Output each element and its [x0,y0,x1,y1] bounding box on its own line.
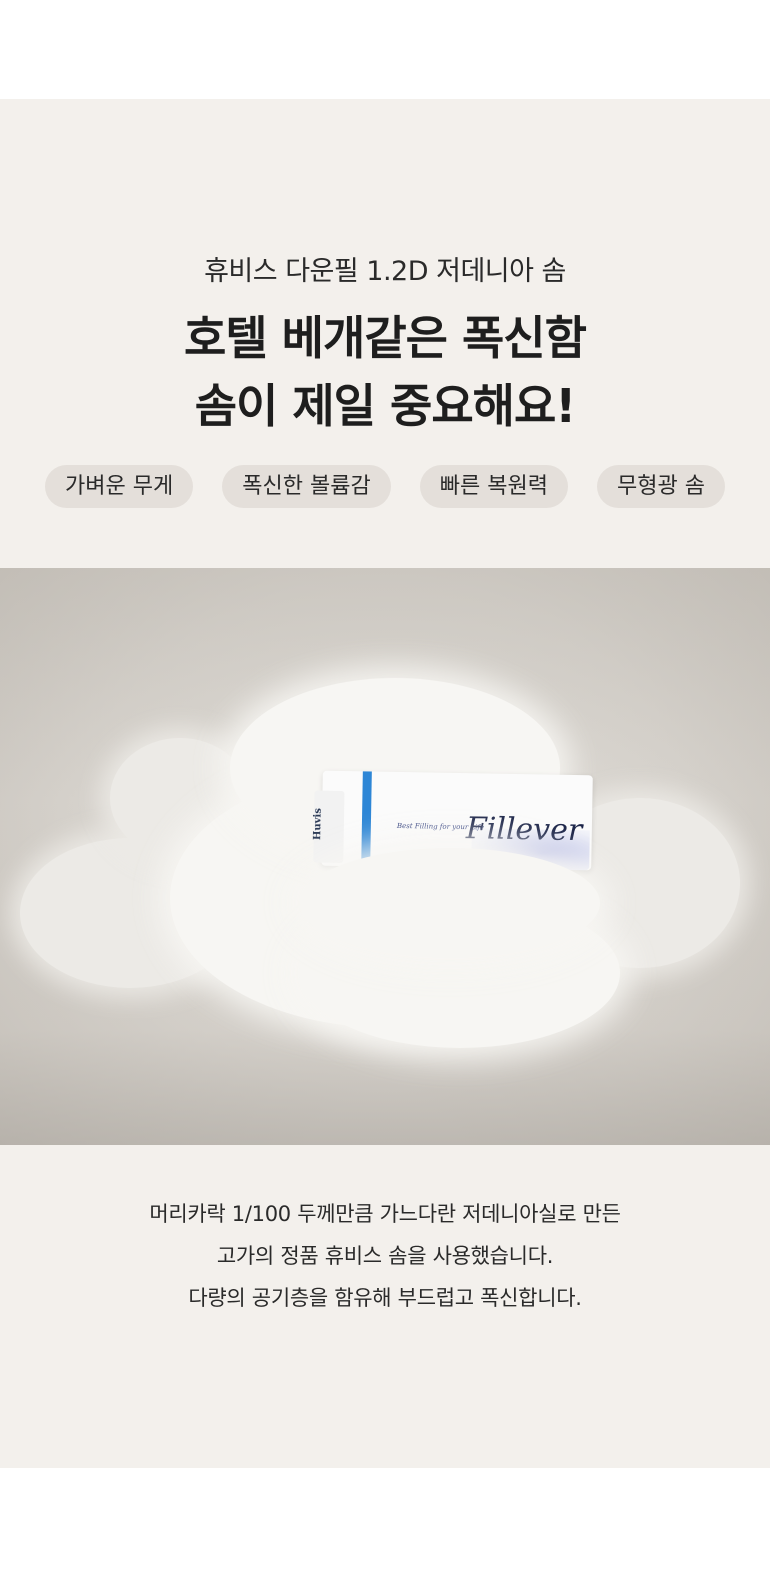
card-brand-text: Huvis [312,807,324,841]
feature-tag-light-weight: 가벼운 무게 [45,465,194,508]
description-text: 머리카락 1/100 두께만큼 가느다란 저데니아실로 만든 고가의 정품 휴비… [0,1193,770,1319]
feature-tag-volume: 폭신한 볼륨감 [222,465,391,508]
headline-line-2: 솜이 제일 중요해요! [194,379,577,433]
description-line-3: 다량의 공기층을 함유해 부드럽고 폭신합니다. [188,1286,582,1310]
feature-tag-non-fluorescent: 무형광 솜 [597,465,725,508]
intro-section: 휴비스 다운필 1.2D 저데니아 솜 호텔 베개같은 폭신함 솜이 제일 중요… [0,99,770,568]
product-subtitle: 휴비스 다운필 1.2D 저데니아 솜 [204,256,566,287]
description-line-1: 머리카락 1/100 두께만큼 가느다란 저데니아실로 만든 [149,1202,621,1226]
bottom-spacer [0,1468,770,1572]
headline-line-1: 호텔 베개같은 폭신함 [184,311,587,365]
card-stripe [361,771,372,862]
product-photo: Huvis Best Filling for your Life Filleve… [0,568,770,1145]
top-spacer [0,0,770,99]
description-section: 머리카락 1/100 두께만큼 가느다란 저데니아실로 만든 고가의 정품 휴비… [0,1145,770,1468]
feature-tags: 가벼운 무게 폭신한 볼륨감 빠른 복원력 무형광 솜 [45,465,725,508]
headline: 호텔 베개같은 폭신함 솜이 제일 중요해요! [0,304,770,440]
feature-tag-recovery: 빠른 복원력 [419,465,568,508]
description-line-2: 고가의 정품 휴비스 솜을 사용했습니다. [216,1244,554,1268]
fillever-logo: Fillever [465,811,583,849]
cotton-fill-shape [300,848,600,958]
